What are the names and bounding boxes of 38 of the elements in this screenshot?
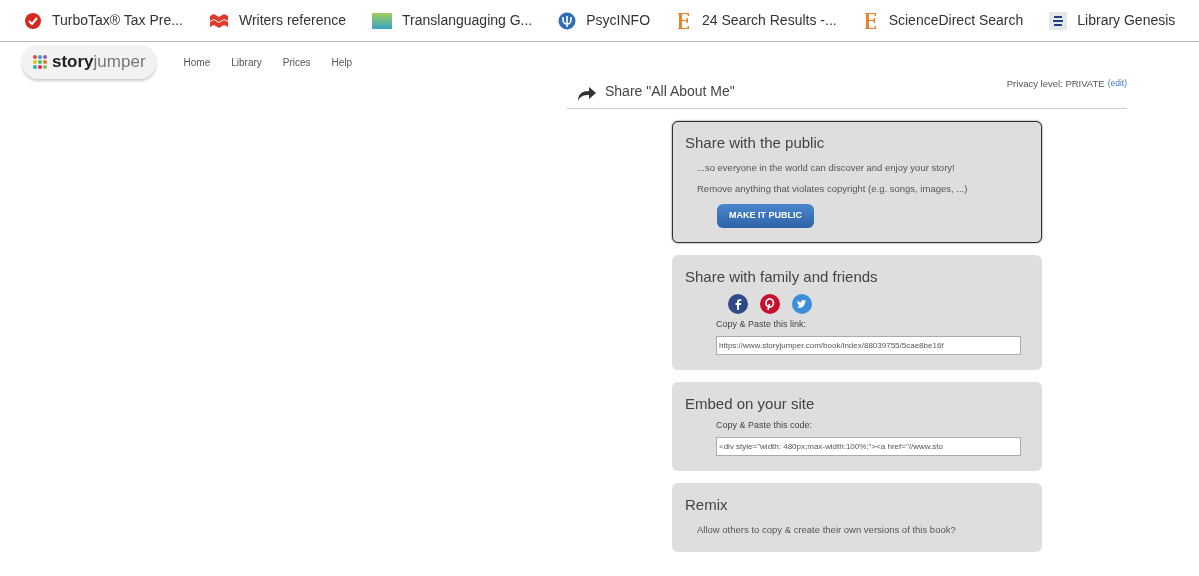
checkmark-icon [24, 11, 42, 30]
field-label: Copy & Paste this link: [716, 318, 808, 331]
privacy-level: Privacy level: PRIVATE [1006, 77, 1105, 91]
card-title: Remix [685, 495, 729, 515]
nav-link[interactable]: Help [331, 54, 353, 70]
twitter-icon[interactable] [792, 294, 812, 314]
share-title: Share "All About Me" [605, 82, 735, 101]
stack-icon [1049, 11, 1068, 30]
dots-icon [32, 54, 48, 70]
bookmark[interactable]: Writers reference [208, 10, 347, 31]
nav-link[interactable]: Home [183, 54, 211, 70]
card-text: Remove anything that violates copyright (e.g. songs, images, ...) [697, 182, 969, 196]
facebook-icon[interactable] [728, 294, 748, 314]
pinterest-icon[interactable] [760, 294, 780, 314]
card-text: ...so everyone in the world can discover and enjoy your story! [697, 161, 956, 175]
bookmark[interactable]: TurboTax® Tax Pre... [24, 10, 183, 31]
copy-field[interactable]: https://www.storyjumper.com/book/index/88039755/5cae8be16f [716, 336, 1021, 355]
nav-link[interactable]: Prices [282, 54, 311, 70]
logo-text: storyjumper [52, 51, 146, 74]
psi-icon [558, 11, 577, 30]
field-label: Copy & Paste this code: [716, 419, 814, 432]
edit-link[interactable]: (edit) [1107, 77, 1127, 108]
thumbnail-icon [372, 12, 393, 29]
share-arrow-icon [577, 86, 597, 102]
bookmark[interactable]: Translanguaging G... [372, 10, 533, 31]
card-title: Share with family and friends [685, 267, 879, 287]
bookmark[interactable]: Library Genesis [1049, 10, 1176, 31]
bookmark[interactable]: ScienceDirect Search [862, 10, 1024, 31]
make-public-button[interactable]: MAKE IT PUBLIC [717, 204, 814, 228]
card-text: Allow others to copy & create their own versions of this book? [697, 523, 957, 537]
card-title: Embed on your site [685, 394, 816, 414]
nav-link[interactable]: Library [231, 54, 262, 70]
copy-field[interactable]: <div style="width: 480px;max-width:100%;"><a href="//www.sto [716, 437, 1021, 456]
letter-e-icon [862, 11, 879, 30]
bookmark[interactable]: 24 Search Results -... [676, 10, 837, 31]
card-title: Share with the public [685, 133, 826, 153]
bookmark[interactable]: PsycINFO [558, 10, 651, 31]
storyjumper-logo[interactable]: storyjumper [22, 45, 156, 79]
